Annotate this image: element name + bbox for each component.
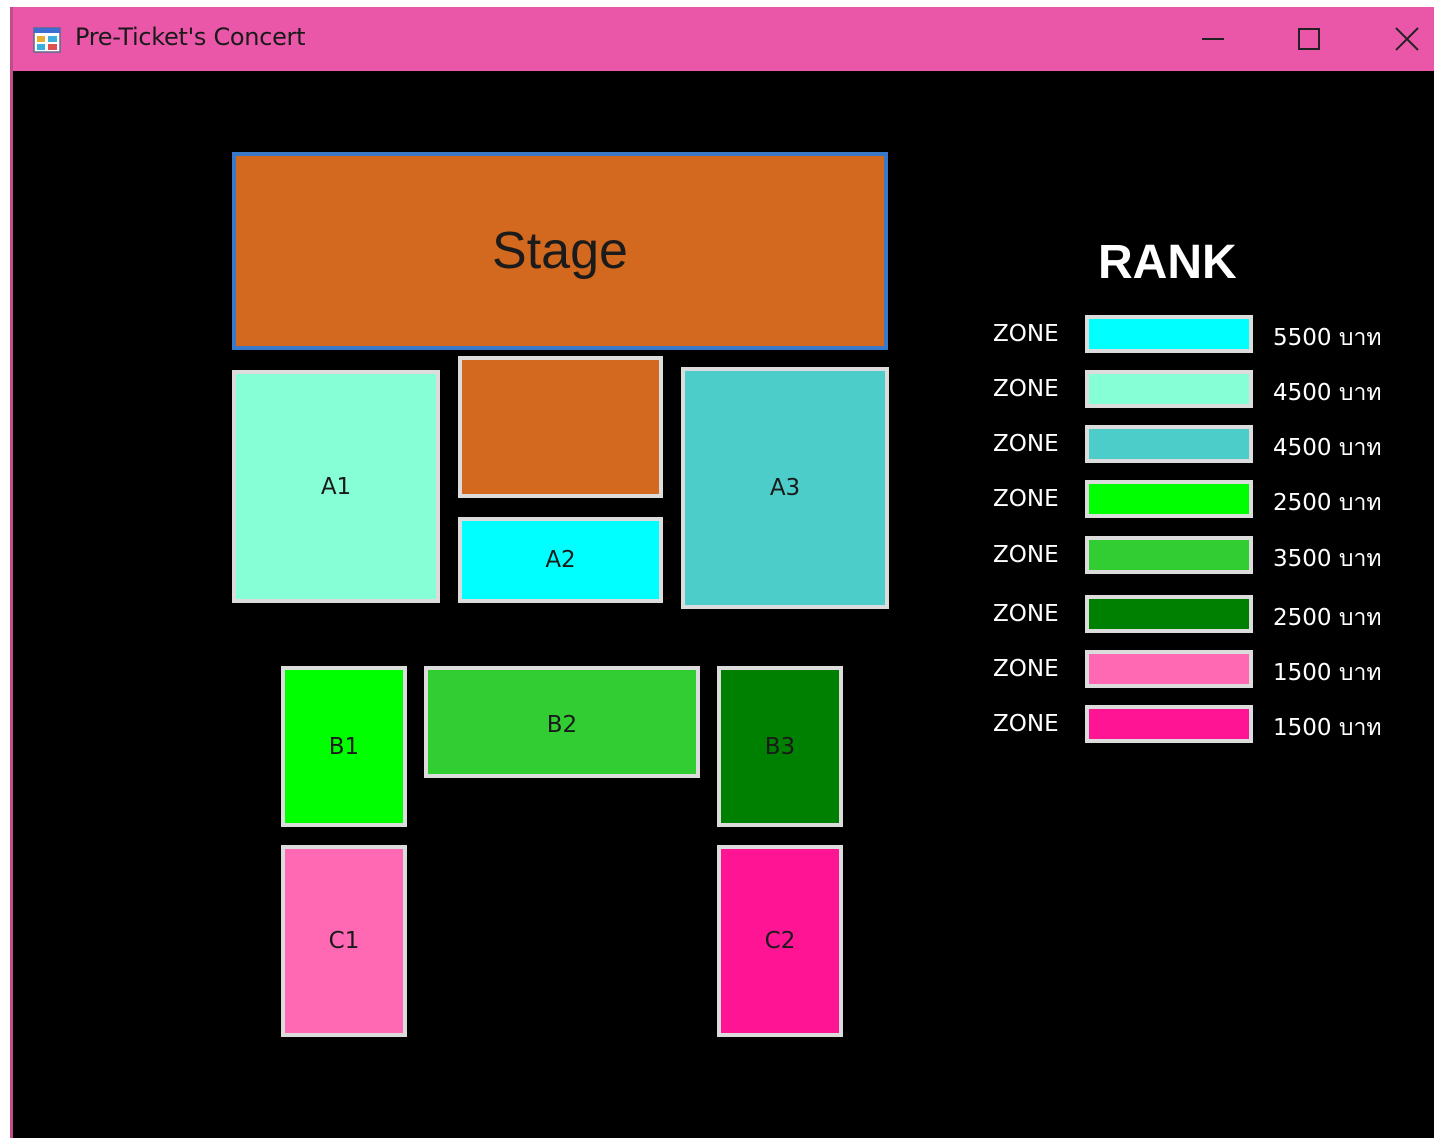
legend-row: ZONE 3500 บาท: [993, 536, 1413, 576]
app-window: Pre-Ticket's Concert Stage A1 A2 A3 B1 B…: [10, 7, 1434, 1138]
legend-swatch[interactable]: [1085, 650, 1253, 688]
legend-row: ZONE 1500 บาท: [993, 705, 1413, 745]
zone-a1-label: A1: [320, 473, 352, 500]
legend-zone-label: ZONE: [993, 656, 1059, 682]
minimize-icon: [1202, 38, 1224, 40]
legend-row: ZONE 2500 บาท: [993, 595, 1413, 635]
legend-row: ZONE 5500 บาท: [993, 315, 1413, 355]
window-title: Pre-Ticket's Concert: [75, 23, 306, 51]
legend-price: 3500 บาท: [1273, 546, 1382, 572]
legend-price: 1500 บาท: [1273, 715, 1382, 741]
zone-c1-button[interactable]: C1: [281, 845, 407, 1037]
legend-price: 1500 บาท: [1273, 660, 1382, 686]
zone-b1-label: B1: [328, 733, 360, 760]
legend-row: ZONE 4500 บาท: [993, 425, 1413, 465]
legend-zone-label: ZONE: [993, 431, 1059, 457]
legend-price: 4500 บาท: [1273, 435, 1382, 461]
zone-a3-button[interactable]: A3: [681, 367, 889, 609]
legend-zone-label: ZONE: [993, 601, 1059, 627]
rank-title: RANK: [1098, 236, 1237, 289]
zone-b2-label: B2: [546, 712, 578, 738]
legend-swatch[interactable]: [1085, 480, 1253, 518]
zone-b3-button[interactable]: B3: [717, 666, 843, 827]
zone-c2-button[interactable]: C2: [717, 845, 843, 1037]
legend-zone-label: ZONE: [993, 542, 1059, 568]
zone-a3-label: A3: [769, 475, 801, 501]
maximize-button[interactable]: [1277, 7, 1341, 71]
legend-zone-label: ZONE: [993, 376, 1059, 402]
title-bar[interactable]: Pre-Ticket's Concert: [13, 7, 1434, 71]
legend-swatch[interactable]: [1085, 536, 1253, 574]
legend-swatch[interactable]: [1085, 595, 1253, 633]
legend-price: 4500 บาท: [1273, 380, 1382, 406]
legend-zone-label: ZONE: [993, 486, 1059, 512]
minimize-button[interactable]: [1181, 7, 1245, 71]
zone-b1-button[interactable]: B1: [281, 666, 407, 827]
zone-a1-button[interactable]: A1: [232, 370, 440, 603]
maximize-icon: [1298, 28, 1320, 50]
legend-row: ZONE 2500 บาท: [993, 480, 1413, 520]
stage-label: Stage: [492, 222, 628, 280]
stage-area: Stage: [232, 152, 888, 350]
legend-row: ZONE 1500 บาท: [993, 650, 1413, 690]
legend-price: 2500 บาท: [1273, 490, 1382, 516]
legend-swatch[interactable]: [1085, 425, 1253, 463]
legend-price: 5500 บาท: [1273, 325, 1382, 351]
app-window-icon: [33, 27, 61, 53]
legend-row: ZONE 4500 บาท: [993, 370, 1413, 410]
legend-price: 2500 บาท: [1273, 605, 1382, 631]
zone-b2-button[interactable]: B2: [424, 666, 700, 778]
close-button[interactable]: [1375, 7, 1435, 71]
zone-a2-button[interactable]: A2: [458, 517, 663, 603]
close-icon: [1395, 27, 1419, 51]
zone-c1-label: C1: [328, 928, 360, 954]
zone-c2-label: C2: [764, 928, 796, 954]
legend-swatch[interactable]: [1085, 705, 1253, 743]
zone-b3-label: B3: [764, 733, 796, 760]
legend-swatch[interactable]: [1085, 370, 1253, 408]
legend-zone-label: ZONE: [993, 321, 1059, 347]
zone-a2-label: A2: [545, 547, 576, 573]
legend-zone-label: ZONE: [993, 711, 1059, 737]
legend-swatch[interactable]: [1085, 315, 1253, 353]
zone-a2-upper-block[interactable]: [458, 356, 663, 498]
